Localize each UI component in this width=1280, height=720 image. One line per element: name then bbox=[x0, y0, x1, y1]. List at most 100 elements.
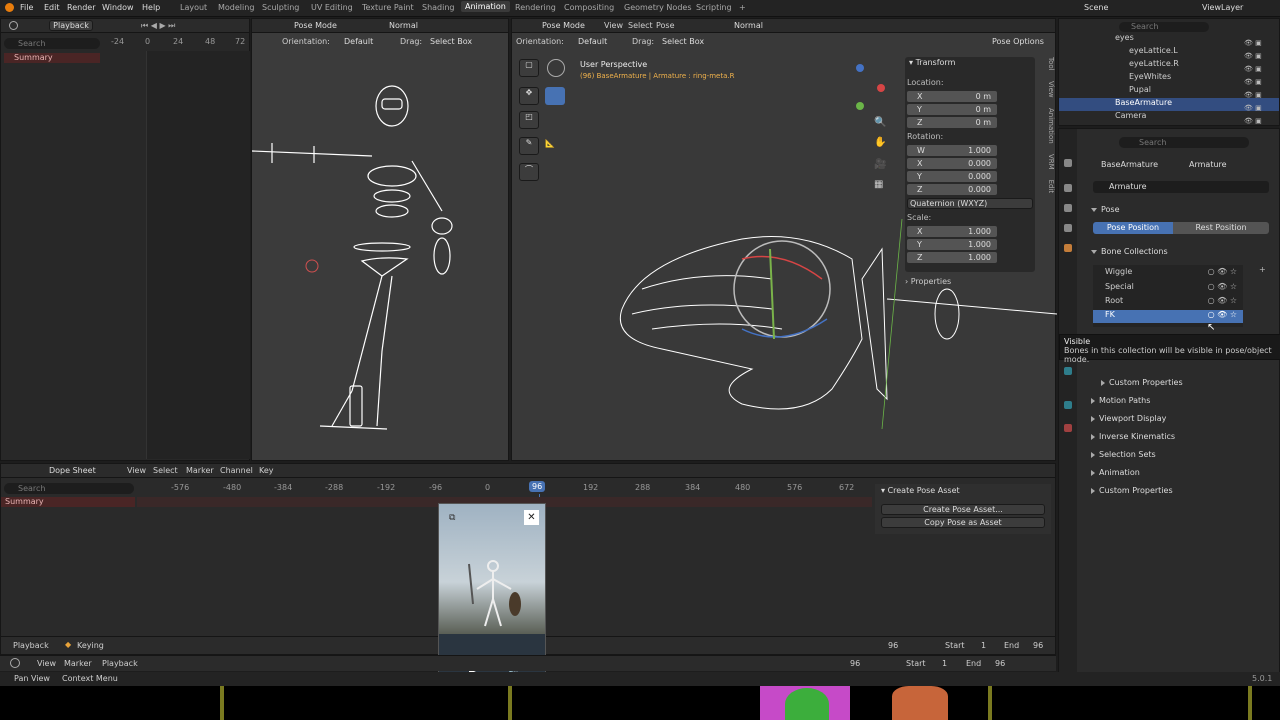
dope-playback-dropdown[interactable]: Playback bbox=[13, 641, 49, 650]
pose-options-button[interactable]: Pose Options bbox=[992, 37, 1044, 46]
texture-tab-icon[interactable] bbox=[1064, 424, 1072, 432]
viewport-view-menu[interactable]: View bbox=[604, 21, 623, 30]
close-video-icon[interactable]: ✕ bbox=[524, 510, 539, 525]
tab-edit[interactable]: Edit bbox=[1047, 180, 1055, 194]
rotation-mode-dropdown[interactable]: Quaternion (WXYZ) bbox=[907, 198, 1033, 209]
timeline-start-field[interactable]: 1 bbox=[942, 659, 947, 668]
dope-end-field[interactable]: 96 bbox=[1033, 641, 1043, 650]
dope-frame-field[interactable]: 96 bbox=[888, 641, 898, 650]
tab-sculpting[interactable]: Sculpting bbox=[262, 3, 299, 12]
breadcrumb-object[interactable]: BaseArmature bbox=[1101, 160, 1158, 169]
rotate-tool-icon[interactable] bbox=[545, 87, 565, 105]
outliner-search-input[interactable]: Search bbox=[1119, 22, 1209, 32]
location-x-field[interactable]: X 0 m bbox=[907, 91, 997, 102]
tab-texture-paint[interactable]: Texture Paint bbox=[362, 3, 414, 12]
camera-view-icon[interactable]: 🎥 bbox=[874, 159, 886, 170]
location-y-field[interactable]: Y 0 m bbox=[907, 104, 997, 115]
tab-animation[interactable]: Animation bbox=[461, 1, 510, 12]
output-tab-icon[interactable] bbox=[1064, 204, 1072, 212]
main-3d-viewport[interactable]: Pose Mode View Select Pose Normal Orient… bbox=[511, 18, 1057, 461]
add-collection-icon[interactable]: + bbox=[1259, 265, 1266, 274]
rest-position-button[interactable]: Rest Position bbox=[1173, 222, 1269, 234]
grid-view-icon[interactable]: ▦ bbox=[874, 179, 883, 190]
viewport-select-menu[interactable]: Select bbox=[628, 21, 653, 30]
left-search-input[interactable]: Search bbox=[4, 38, 100, 49]
bone-collection-item[interactable]: Root ○ 👁 ☆ bbox=[1093, 296, 1243, 309]
measure-tool-icon[interactable]: 📐 bbox=[545, 139, 565, 157]
left-summary-row[interactable]: Summary bbox=[4, 53, 100, 63]
scene-selector[interactable]: Scene bbox=[1084, 3, 1108, 12]
dope-view-menu[interactable]: View bbox=[127, 466, 146, 475]
menu-edit[interactable]: Edit bbox=[44, 3, 60, 12]
motion-paths-section[interactable]: Motion Paths bbox=[1091, 396, 1150, 405]
menu-help[interactable]: Help bbox=[142, 3, 160, 12]
add-workspace-icon[interactable]: + bbox=[739, 3, 746, 12]
dope-search-input[interactable]: Search bbox=[4, 483, 134, 494]
move-tool-icon[interactable]: ✥ bbox=[519, 87, 539, 105]
bone-tool-icon[interactable]: ⌒ bbox=[519, 163, 539, 181]
scale-x-field[interactable]: X 1.000 bbox=[907, 226, 997, 237]
breadcrumb-data[interactable]: Armature bbox=[1189, 160, 1227, 169]
menu-file[interactable]: File bbox=[20, 3, 33, 12]
properties-search-input[interactable]: Search bbox=[1119, 137, 1249, 148]
tab-scripting[interactable]: Scripting bbox=[696, 3, 732, 12]
scale-z-field[interactable]: Z 1.000 bbox=[907, 252, 997, 263]
dope-keying-dropdown[interactable]: Keying bbox=[77, 641, 104, 650]
scale-y-field[interactable]: Y 1.000 bbox=[907, 239, 997, 250]
viewport-normal-dropdown[interactable]: Normal bbox=[734, 21, 763, 30]
tab-animation-side[interactable]: Animation bbox=[1047, 108, 1055, 144]
tab-geometry-nodes[interactable]: Geometry Nodes bbox=[624, 3, 691, 12]
rotation-w-field[interactable]: W 1.000 bbox=[907, 145, 997, 156]
menu-render[interactable]: Render bbox=[67, 3, 95, 12]
picture-in-picture-icon[interactable]: ⧉ bbox=[449, 513, 455, 523]
dope-start-field[interactable]: 1 bbox=[981, 641, 986, 650]
zoom-icon[interactable]: 🔍 bbox=[874, 117, 886, 128]
blender-logo-icon[interactable] bbox=[5, 3, 14, 12]
select-box-tool-icon[interactable]: ▢ bbox=[519, 59, 539, 77]
bone-collections-section[interactable]: Bone Collections bbox=[1091, 247, 1168, 256]
rotation-x-field[interactable]: X 0.000 bbox=[907, 158, 997, 169]
vp-orientation-dropdown[interactable]: Default bbox=[578, 37, 607, 46]
viewport-display-section[interactable]: Viewport Display bbox=[1091, 414, 1166, 423]
bone-tab-icon[interactable] bbox=[1064, 401, 1072, 409]
timeline-view-menu[interactable]: View bbox=[37, 659, 56, 668]
tool-tab-icon[interactable] bbox=[1064, 159, 1072, 167]
tab-rendering[interactable]: Rendering bbox=[515, 3, 556, 12]
tab-shading[interactable]: Shading bbox=[422, 3, 455, 12]
tab-uv-editing[interactable]: UV Editing bbox=[311, 3, 353, 12]
outliner-visibility-icons[interactable]: 👁 ▣ 👁 ▣ 👁 ▣ 👁 ▣ 👁 ▣ 👁 ▣ 👁 ▣ bbox=[1244, 37, 1274, 125]
object-tab-icon[interactable] bbox=[1064, 244, 1072, 252]
view-layer-selector[interactable]: ViewLayer bbox=[1202, 3, 1243, 12]
inverse-kinematics-section[interactable]: Inverse Kinematics bbox=[1091, 432, 1175, 441]
timeline-frame-field[interactable]: 96 bbox=[850, 659, 860, 668]
playback-dropdown[interactable]: Playback bbox=[49, 20, 93, 31]
bone-collection-item[interactable]: Wiggle ○ 👁 ☆ bbox=[1093, 267, 1243, 280]
create-pose-asset-button[interactable]: Create Pose Asset... bbox=[881, 504, 1045, 515]
custom-properties-subsection[interactable]: Custom Properties bbox=[1101, 378, 1183, 387]
bone-collection-item-selected[interactable]: FK ○ 👁 ☆ bbox=[1093, 310, 1243, 323]
dope-sheet-mode-dropdown[interactable]: Dope Sheet bbox=[49, 466, 96, 475]
animation-section[interactable]: Animation bbox=[1091, 468, 1140, 477]
editor-type-icon[interactable] bbox=[9, 21, 18, 30]
timeline-end-field[interactable]: 96 bbox=[995, 659, 1005, 668]
scene-tab-icon[interactable] bbox=[1064, 224, 1072, 232]
rotation-y-field[interactable]: Y 0.000 bbox=[907, 171, 997, 182]
orientation-dropdown[interactable]: Default bbox=[344, 37, 373, 46]
pose-section[interactable]: Pose bbox=[1091, 205, 1120, 214]
dope-summary-row[interactable]: Summary bbox=[1, 497, 135, 507]
menu-window[interactable]: Window bbox=[102, 3, 134, 12]
armature-name-field[interactable]: Armature bbox=[1093, 181, 1269, 193]
location-z-field[interactable]: Z 0 m bbox=[907, 117, 997, 128]
copy-pose-as-asset-button[interactable]: Copy Pose as Asset bbox=[881, 517, 1045, 528]
armature-data-tab-icon[interactable] bbox=[1064, 367, 1072, 375]
camera-viewport[interactable]: Pose Mode Normal Orientation: Default Dr… bbox=[251, 18, 509, 461]
dope-select-menu[interactable]: Select bbox=[153, 466, 178, 475]
tab-layout[interactable]: Layout bbox=[180, 3, 207, 12]
viewport-mode-dropdown[interactable]: Pose Mode bbox=[542, 21, 585, 30]
dope-key-menu[interactable]: Key bbox=[259, 466, 274, 475]
dope-channel-menu[interactable]: Channel bbox=[220, 466, 253, 475]
properties-subpanel[interactable]: › Properties bbox=[905, 277, 951, 286]
left-timeline-area[interactable] bbox=[146, 51, 250, 459]
custom-properties-section[interactable]: Custom Properties bbox=[1091, 486, 1173, 495]
camera-mode-dropdown[interactable]: Pose Mode bbox=[294, 21, 337, 30]
